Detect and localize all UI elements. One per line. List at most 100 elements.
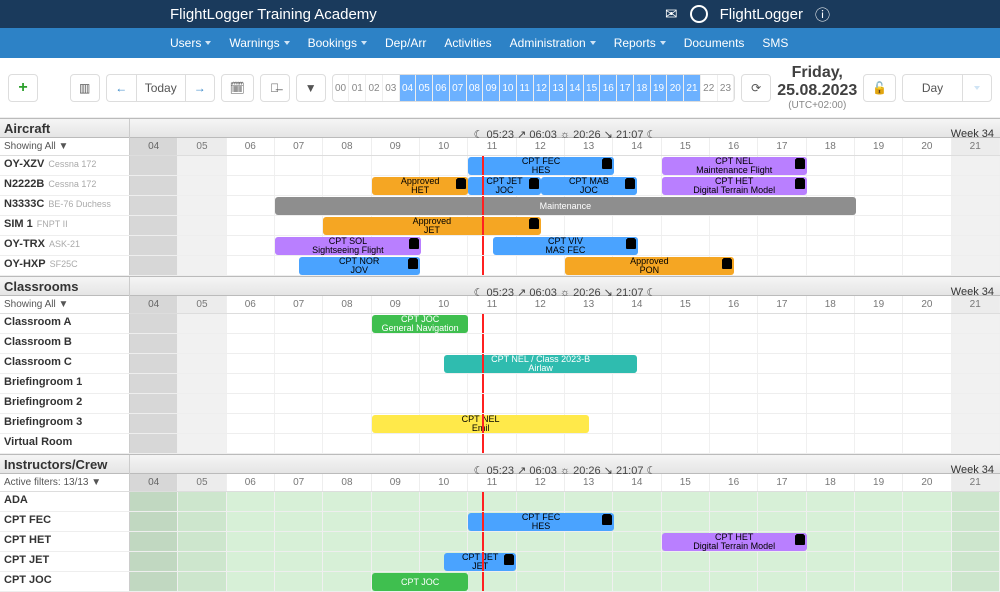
grid-cell[interactable]	[710, 552, 758, 571]
grid-cell[interactable]	[517, 334, 565, 353]
booking-event[interactable]: CPT NELEmil	[372, 415, 590, 433]
hour-strip-cell[interactable]: 05	[416, 75, 433, 101]
grid-cell[interactable]	[952, 394, 1000, 413]
grid-cell[interactable]	[517, 434, 565, 453]
grid-cell[interactable]	[323, 552, 371, 571]
grid-cell[interactable]	[227, 394, 275, 413]
grid-cell[interactable]	[758, 414, 806, 433]
grid-cell[interactable]	[613, 512, 661, 531]
grid-cell[interactable]	[613, 314, 661, 333]
booking-event[interactable]: CPT NELMaintenance Flight	[662, 157, 807, 175]
grid-cell[interactable]	[178, 216, 226, 235]
grid-cell[interactable]	[130, 314, 178, 333]
mail-icon[interactable]: ✉	[665, 5, 678, 23]
booking-event[interactable]: CPT JETJET	[444, 553, 516, 571]
grid-cell[interactable]	[903, 532, 951, 551]
grid-cell[interactable]	[758, 512, 806, 531]
resource-label[interactable]: Briefingroom 2	[0, 394, 130, 413]
grid-cell[interactable]	[275, 216, 323, 235]
grid-cell[interactable]	[275, 354, 323, 373]
grid-cell[interactable]	[807, 156, 855, 175]
booking-event[interactable]: CPT JETJOC	[468, 177, 540, 195]
grid-cell[interactable]	[227, 532, 275, 551]
grid-cell[interactable]	[662, 354, 710, 373]
grid-cell[interactable]	[807, 256, 855, 275]
grid-cell[interactable]	[275, 374, 323, 393]
grid-cell[interactable]	[807, 572, 855, 591]
resource-label[interactable]: ADA	[0, 492, 130, 511]
grid-cell[interactable]	[420, 334, 468, 353]
grid-cell[interactable]	[130, 532, 178, 551]
grid-cell[interactable]	[130, 414, 178, 433]
grid-cell[interactable]	[758, 216, 806, 235]
grid-cell[interactable]	[130, 354, 178, 373]
grid-cell[interactable]	[372, 532, 420, 551]
grid-cell[interactable]	[758, 552, 806, 571]
grid-cell[interactable]	[565, 572, 613, 591]
grid-cell[interactable]	[275, 156, 323, 175]
grid-cell[interactable]	[565, 492, 613, 511]
grid-cell[interactable]	[468, 572, 516, 591]
booking-event[interactable]: CPT JOC	[372, 573, 469, 591]
grid-cell[interactable]	[178, 394, 226, 413]
grid-cell[interactable]	[613, 414, 661, 433]
grid-cell[interactable]	[130, 512, 178, 531]
resource-label[interactable]: Classroom B	[0, 334, 130, 353]
grid-cell[interactable]	[710, 236, 758, 255]
grid-cell[interactable]	[807, 512, 855, 531]
grid-cell[interactable]	[468, 334, 516, 353]
visibility-button[interactable]: 👁̶	[260, 74, 290, 102]
grid-cell[interactable]	[855, 434, 903, 453]
grid-cell[interactable]	[613, 552, 661, 571]
grid-cell[interactable]	[952, 334, 1000, 353]
grid-cell[interactable]	[710, 314, 758, 333]
hour-strip-cell[interactable]: 15	[584, 75, 601, 101]
grid-cell[interactable]	[662, 334, 710, 353]
grid-cell[interactable]	[130, 492, 178, 511]
grid-cell[interactable]	[565, 394, 613, 413]
nav-sms[interactable]: SMS	[762, 36, 788, 50]
grid-cell[interactable]	[903, 334, 951, 353]
grid-cell[interactable]	[952, 532, 1000, 551]
hour-strip-cell[interactable]: 20	[667, 75, 684, 101]
resource-label[interactable]: N3333CBE-76 Duchess	[0, 196, 130, 215]
grid-cell[interactable]	[758, 334, 806, 353]
grid-cell[interactable]	[372, 492, 420, 511]
grid-cell[interactable]	[130, 256, 178, 275]
grid-cell[interactable]	[468, 492, 516, 511]
grid-cell[interactable]	[758, 572, 806, 591]
grid-cell[interactable]	[420, 532, 468, 551]
grid-cell[interactable]	[323, 532, 371, 551]
grid-cell[interactable]	[903, 492, 951, 511]
filter-button[interactable]: ▼	[296, 74, 326, 102]
resource-label[interactable]: CPT JET	[0, 552, 130, 571]
hour-strip-cell[interactable]: 09	[483, 75, 500, 101]
grid-cell[interactable]	[855, 394, 903, 413]
grid-cell[interactable]	[952, 196, 1000, 215]
grid-cell[interactable]	[130, 236, 178, 255]
grid-cell[interactable]	[710, 394, 758, 413]
grid-cell[interactable]	[662, 552, 710, 571]
grid-cell[interactable]	[952, 552, 1000, 571]
grid-cell[interactable]	[130, 572, 178, 591]
grid-cell[interactable]	[178, 572, 226, 591]
grid-cell[interactable]	[468, 314, 516, 333]
grid-cell[interactable]	[275, 414, 323, 433]
grid-cell[interactable]	[275, 512, 323, 531]
grid-cell[interactable]	[565, 434, 613, 453]
resource-label[interactable]: SIM 1FNPT II	[0, 216, 130, 235]
grid-cell[interactable]	[323, 334, 371, 353]
grid-cell[interactable]	[903, 216, 951, 235]
resource-label[interactable]: N2222BCessna 172	[0, 176, 130, 195]
booking-event[interactable]: CPT FECHES	[468, 513, 613, 531]
grid-cell[interactable]	[855, 354, 903, 373]
grid-cell[interactable]	[952, 572, 1000, 591]
resource-label[interactable]: CPT JOC	[0, 572, 130, 591]
grid-cell[interactable]	[662, 374, 710, 393]
hour-strip-cell[interactable]: 08	[467, 75, 484, 101]
hour-strip-cell[interactable]: 02	[366, 75, 383, 101]
hour-strip-cell[interactable]: 04	[400, 75, 417, 101]
nav-reports[interactable]: Reports	[614, 36, 666, 50]
today-button[interactable]: Today	[136, 74, 185, 102]
grid-cell[interactable]	[710, 354, 758, 373]
